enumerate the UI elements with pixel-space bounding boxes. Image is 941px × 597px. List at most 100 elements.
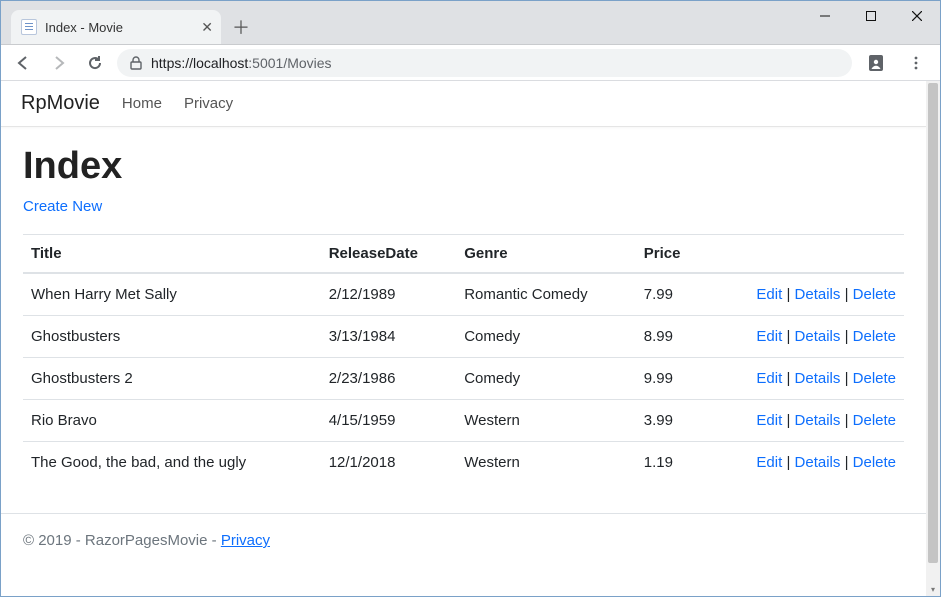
main-area: Index Create New Title ReleaseDate Genre… bbox=[1, 127, 926, 513]
cell-releaseDate: 4/15/1959 bbox=[321, 400, 457, 442]
browser-viewport: RpMovie Home Privacy Index Create New Ti… bbox=[1, 81, 940, 596]
page-title: Index bbox=[23, 145, 904, 188]
scrollbar-down-arrow[interactable]: ▾ bbox=[926, 582, 940, 596]
edit-link[interactable]: Edit bbox=[756, 454, 782, 471]
header-title: Title bbox=[23, 235, 321, 274]
cell-genre: Comedy bbox=[456, 316, 636, 358]
nav-privacy-link[interactable]: Privacy bbox=[184, 95, 233, 112]
edit-link[interactable]: Edit bbox=[756, 328, 782, 345]
page-footer: © 2019 - RazorPagesMovie - Privacy bbox=[1, 513, 926, 567]
separator: | bbox=[845, 454, 849, 471]
cell-title: Ghostbusters 2 bbox=[23, 358, 321, 400]
nav-home-link[interactable]: Home bbox=[122, 95, 162, 112]
movies-table: Title ReleaseDate Genre Price When Harry… bbox=[23, 234, 904, 483]
edit-link[interactable]: Edit bbox=[756, 412, 782, 429]
cell-actions: Edit | Details | Delete bbox=[704, 358, 904, 400]
create-new-link[interactable]: Create New bbox=[23, 198, 102, 215]
url-host: https://localhost bbox=[151, 55, 248, 71]
account-button[interactable] bbox=[860, 53, 892, 73]
delete-link[interactable]: Delete bbox=[853, 370, 896, 387]
account-icon bbox=[866, 53, 886, 73]
site-nav: RpMovie Home Privacy bbox=[1, 81, 926, 127]
cell-releaseDate: 12/1/2018 bbox=[321, 442, 457, 484]
tab-title: Index - Movie bbox=[45, 20, 123, 35]
table-row: Rio Bravo4/15/1959Western3.99Edit | Deta… bbox=[23, 400, 904, 442]
brand-link[interactable]: RpMovie bbox=[21, 92, 100, 115]
table-row: Ghostbusters 22/23/1986Comedy9.99Edit | … bbox=[23, 358, 904, 400]
url-text: https://localhost:5001/Movies bbox=[151, 55, 332, 71]
separator: | bbox=[845, 328, 849, 345]
maximize-icon bbox=[866, 11, 876, 21]
separator: | bbox=[845, 412, 849, 429]
cell-releaseDate: 2/12/1989 bbox=[321, 273, 457, 316]
close-window-button[interactable] bbox=[894, 1, 940, 31]
new-tab-button[interactable]: ＋ bbox=[227, 13, 255, 41]
arrow-right-icon bbox=[50, 54, 68, 72]
details-link[interactable]: Details bbox=[795, 328, 841, 345]
cell-actions: Edit | Details | Delete bbox=[704, 400, 904, 442]
vertical-scrollbar[interactable]: ▾ bbox=[926, 81, 940, 596]
browser-titlebar: Index - Movie ✕ ＋ bbox=[1, 1, 940, 45]
table-row: When Harry Met Sally2/12/1989Romantic Co… bbox=[23, 273, 904, 316]
tab-favicon bbox=[21, 19, 37, 35]
table-row: The Good, the bad, and the ugly12/1/2018… bbox=[23, 442, 904, 484]
cell-price: 3.99 bbox=[636, 400, 704, 442]
delete-link[interactable]: Delete bbox=[853, 286, 896, 303]
table-row: Ghostbusters3/13/1984Comedy8.99Edit | De… bbox=[23, 316, 904, 358]
cell-price: 1.19 bbox=[636, 442, 704, 484]
reload-button[interactable] bbox=[81, 49, 109, 77]
kebab-icon bbox=[908, 55, 924, 71]
lock-icon bbox=[129, 56, 143, 70]
separator: | bbox=[845, 370, 849, 387]
back-button[interactable] bbox=[9, 49, 37, 77]
separator: | bbox=[786, 286, 790, 303]
maximize-button[interactable] bbox=[848, 1, 894, 31]
edit-link[interactable]: Edit bbox=[756, 286, 782, 303]
forward-button[interactable] bbox=[45, 49, 73, 77]
cell-price: 7.99 bbox=[636, 273, 704, 316]
browser-tab[interactable]: Index - Movie ✕ bbox=[11, 10, 221, 44]
cell-releaseDate: 3/13/1984 bbox=[321, 316, 457, 358]
cell-title: Rio Bravo bbox=[23, 400, 321, 442]
details-link[interactable]: Details bbox=[795, 370, 841, 387]
omnibox[interactable]: https://localhost:5001/Movies bbox=[117, 49, 852, 77]
cell-releaseDate: 2/23/1986 bbox=[321, 358, 457, 400]
menu-button[interactable] bbox=[900, 55, 932, 71]
details-link[interactable]: Details bbox=[795, 412, 841, 429]
separator: | bbox=[845, 286, 849, 303]
details-link[interactable]: Details bbox=[795, 454, 841, 471]
edit-link[interactable]: Edit bbox=[756, 370, 782, 387]
address-bar: https://localhost:5001/Movies bbox=[1, 45, 940, 81]
tab-close-button[interactable]: ✕ bbox=[201, 19, 213, 36]
minimize-button[interactable] bbox=[802, 1, 848, 31]
delete-link[interactable]: Delete bbox=[853, 328, 896, 345]
separator: | bbox=[786, 454, 790, 471]
cell-title: Ghostbusters bbox=[23, 316, 321, 358]
separator: | bbox=[786, 328, 790, 345]
page-content: RpMovie Home Privacy Index Create New Ti… bbox=[1, 81, 926, 596]
cell-genre: Western bbox=[456, 442, 636, 484]
cell-actions: Edit | Details | Delete bbox=[704, 442, 904, 484]
header-actions bbox=[704, 235, 904, 274]
header-genre: Genre bbox=[456, 235, 636, 274]
table-header-row: Title ReleaseDate Genre Price bbox=[23, 235, 904, 274]
delete-link[interactable]: Delete bbox=[853, 412, 896, 429]
cell-genre: Comedy bbox=[456, 358, 636, 400]
cell-actions: Edit | Details | Delete bbox=[704, 316, 904, 358]
window-controls bbox=[802, 1, 940, 31]
cell-price: 9.99 bbox=[636, 358, 704, 400]
header-price: Price bbox=[636, 235, 704, 274]
footer-text: © 2019 - RazorPagesMovie - bbox=[23, 532, 221, 549]
scrollbar-thumb[interactable] bbox=[928, 83, 938, 563]
close-icon bbox=[912, 11, 922, 21]
header-releasedate: ReleaseDate bbox=[321, 235, 457, 274]
details-link[interactable]: Details bbox=[795, 286, 841, 303]
delete-link[interactable]: Delete bbox=[853, 454, 896, 471]
cell-genre: Romantic Comedy bbox=[456, 273, 636, 316]
cell-genre: Western bbox=[456, 400, 636, 442]
footer-privacy-link[interactable]: Privacy bbox=[221, 532, 270, 549]
cell-title: When Harry Met Sally bbox=[23, 273, 321, 316]
cell-actions: Edit | Details | Delete bbox=[704, 273, 904, 316]
cell-title: The Good, the bad, and the ugly bbox=[23, 442, 321, 484]
separator: | bbox=[786, 412, 790, 429]
